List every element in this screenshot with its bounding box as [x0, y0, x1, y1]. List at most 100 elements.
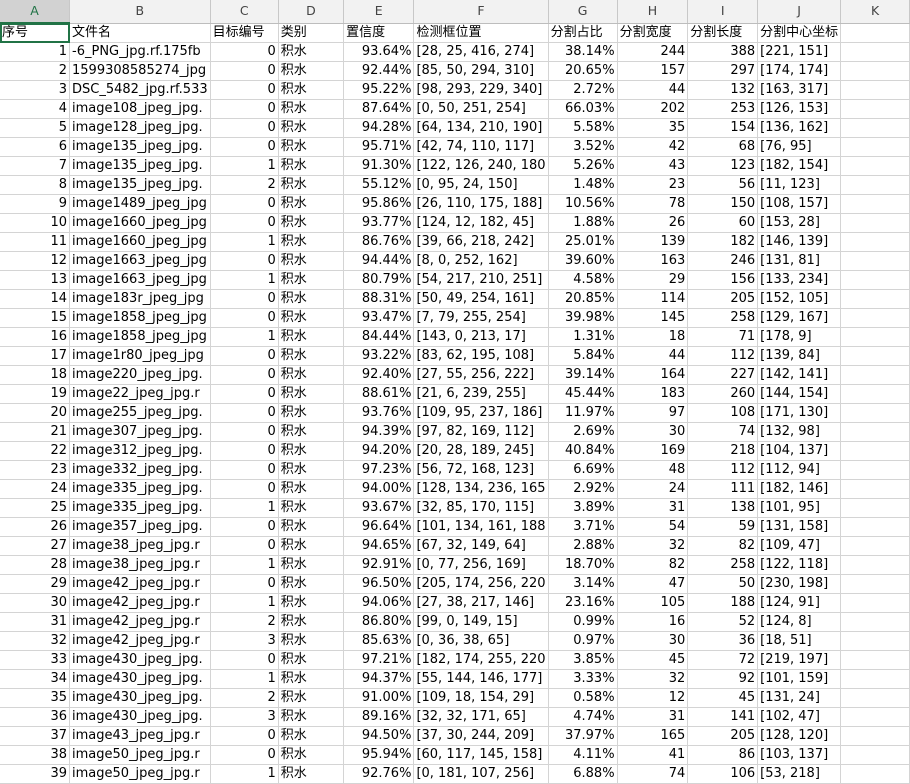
- table-cell[interactable]: [840, 384, 910, 404]
- table-cell[interactable]: [128, 120]: [757, 726, 842, 746]
- table-cell[interactable]: [171, 130]: [757, 403, 842, 423]
- table-cell[interactable]: 45: [687, 688, 759, 708]
- table-cell[interactable]: 积水: [278, 460, 345, 480]
- table-cell[interactable]: 积水: [278, 650, 345, 670]
- table-cell[interactable]: 31: [0, 612, 71, 632]
- header-cell[interactable]: 分割长度: [687, 23, 759, 43]
- table-cell[interactable]: [124, 12, 182, 45]: [413, 213, 549, 233]
- table-cell[interactable]: [42, 74, 110, 117]: [413, 137, 549, 157]
- table-cell[interactable]: [153, 28]: [757, 213, 842, 233]
- table-cell[interactable]: [131, 158]: [757, 517, 842, 537]
- table-cell[interactable]: 1: [210, 232, 279, 252]
- table-cell[interactable]: 72: [687, 650, 759, 670]
- table-cell[interactable]: 1: [210, 156, 279, 176]
- table-cell[interactable]: [102, 47]: [757, 707, 842, 727]
- table-cell[interactable]: [122, 126, 240, 180: [413, 156, 549, 176]
- table-cell[interactable]: 2.69%: [548, 422, 618, 442]
- table-cell[interactable]: 260: [687, 384, 759, 404]
- table-cell[interactable]: [840, 61, 910, 81]
- table-cell[interactable]: [840, 764, 910, 784]
- table-cell[interactable]: [101, 134, 161, 188: [413, 517, 549, 537]
- table-cell[interactable]: 40.84%: [548, 441, 618, 461]
- table-cell[interactable]: 18: [0, 365, 71, 385]
- table-cell[interactable]: [67, 32, 149, 64]: [413, 536, 549, 556]
- table-cell[interactable]: [104, 137]: [757, 441, 842, 461]
- table-cell[interactable]: [139, 84]: [757, 346, 842, 366]
- table-cell[interactable]: 93.77%: [343, 213, 415, 233]
- table-cell[interactable]: 94.65%: [343, 536, 415, 556]
- table-cell[interactable]: 0: [210, 308, 279, 328]
- table-cell[interactable]: [126, 153]: [757, 99, 842, 119]
- table-cell[interactable]: 33: [0, 650, 71, 670]
- table-cell[interactable]: [840, 232, 910, 252]
- table-cell[interactable]: 0: [210, 80, 279, 100]
- table-cell[interactable]: 78: [617, 194, 689, 214]
- table-cell[interactable]: [143, 0, 213, 17]: [413, 327, 549, 347]
- table-cell[interactable]: 74: [687, 422, 759, 442]
- table-cell[interactable]: 0: [210, 403, 279, 423]
- table-cell[interactable]: 35: [617, 118, 689, 138]
- header-cell[interactable]: 文件名: [69, 23, 211, 43]
- table-cell[interactable]: [230, 198]: [757, 574, 842, 594]
- column-header-d[interactable]: D: [278, 0, 345, 24]
- table-cell[interactable]: 积水: [278, 726, 345, 746]
- table-cell[interactable]: image42_jpeg_jpg.r: [69, 593, 211, 613]
- table-cell[interactable]: 32: [617, 669, 689, 689]
- table-cell[interactable]: image38_jpeg_jpg.r: [69, 536, 211, 556]
- table-cell[interactable]: 18: [617, 327, 689, 347]
- table-cell[interactable]: 积水: [278, 669, 345, 689]
- table-cell[interactable]: 0: [210, 650, 279, 670]
- column-header-c[interactable]: C: [210, 0, 279, 24]
- table-cell[interactable]: 91.00%: [343, 688, 415, 708]
- table-cell[interactable]: 71: [687, 327, 759, 347]
- table-cell[interactable]: 97.21%: [343, 650, 415, 670]
- table-cell[interactable]: 0: [210, 536, 279, 556]
- table-cell[interactable]: 4: [0, 99, 71, 119]
- table-cell[interactable]: image42_jpeg_jpg.r: [69, 631, 211, 651]
- table-cell[interactable]: 积水: [278, 118, 345, 138]
- table-cell[interactable]: 20.65%: [548, 61, 618, 81]
- table-cell[interactable]: 3: [210, 707, 279, 727]
- table-cell[interactable]: 积水: [278, 61, 345, 81]
- table-cell[interactable]: [0, 36, 38, 65]: [413, 631, 549, 651]
- table-cell[interactable]: 95.94%: [343, 745, 415, 765]
- table-cell[interactable]: 74: [617, 764, 689, 784]
- table-cell[interactable]: 1: [210, 327, 279, 347]
- table-cell[interactable]: image1858_jpeg_jpg: [69, 327, 211, 347]
- table-cell[interactable]: [39, 66, 218, 242]: [413, 232, 549, 252]
- table-cell[interactable]: 54: [617, 517, 689, 537]
- table-cell[interactable]: 94.44%: [343, 251, 415, 271]
- table-cell[interactable]: image430_jpeg_jpg.: [69, 688, 211, 708]
- table-cell[interactable]: 157: [617, 61, 689, 81]
- table-cell[interactable]: 5.84%: [548, 346, 618, 366]
- table-cell[interactable]: [133, 234]: [757, 270, 842, 290]
- table-cell[interactable]: 93.67%: [343, 498, 415, 518]
- table-cell[interactable]: [64, 134, 210, 190]: [413, 118, 549, 138]
- table-cell[interactable]: 12: [0, 251, 71, 271]
- table-cell[interactable]: 6.88%: [548, 764, 618, 784]
- table-cell[interactable]: 24: [0, 479, 71, 499]
- table-cell[interactable]: 积水: [278, 80, 345, 100]
- table-cell[interactable]: image335_jpeg_jpg.: [69, 479, 211, 499]
- table-cell[interactable]: [174, 174]: [757, 61, 842, 81]
- table-cell[interactable]: 85.63%: [343, 631, 415, 651]
- table-cell[interactable]: 12: [617, 688, 689, 708]
- table-cell[interactable]: [840, 707, 910, 727]
- table-cell[interactable]: 1: [0, 42, 71, 62]
- table-cell[interactable]: 2.92%: [548, 479, 618, 499]
- table-cell[interactable]: [840, 498, 910, 518]
- table-cell[interactable]: 52: [687, 612, 759, 632]
- table-cell[interactable]: [840, 669, 910, 689]
- table-cell[interactable]: 94.28%: [343, 118, 415, 138]
- table-cell[interactable]: 150: [687, 194, 759, 214]
- table-cell[interactable]: 56: [687, 175, 759, 195]
- table-cell[interactable]: [840, 536, 910, 556]
- table-cell[interactable]: 88.31%: [343, 289, 415, 309]
- table-cell[interactable]: [85, 50, 294, 310]: [413, 61, 549, 81]
- table-cell[interactable]: 43: [617, 156, 689, 176]
- table-cell[interactable]: [146, 139]: [757, 232, 842, 252]
- table-cell[interactable]: 积水: [278, 403, 345, 423]
- table-cell[interactable]: 0: [210, 346, 279, 366]
- table-cell[interactable]: 3.14%: [548, 574, 618, 594]
- column-header-a[interactable]: A: [0, 0, 71, 24]
